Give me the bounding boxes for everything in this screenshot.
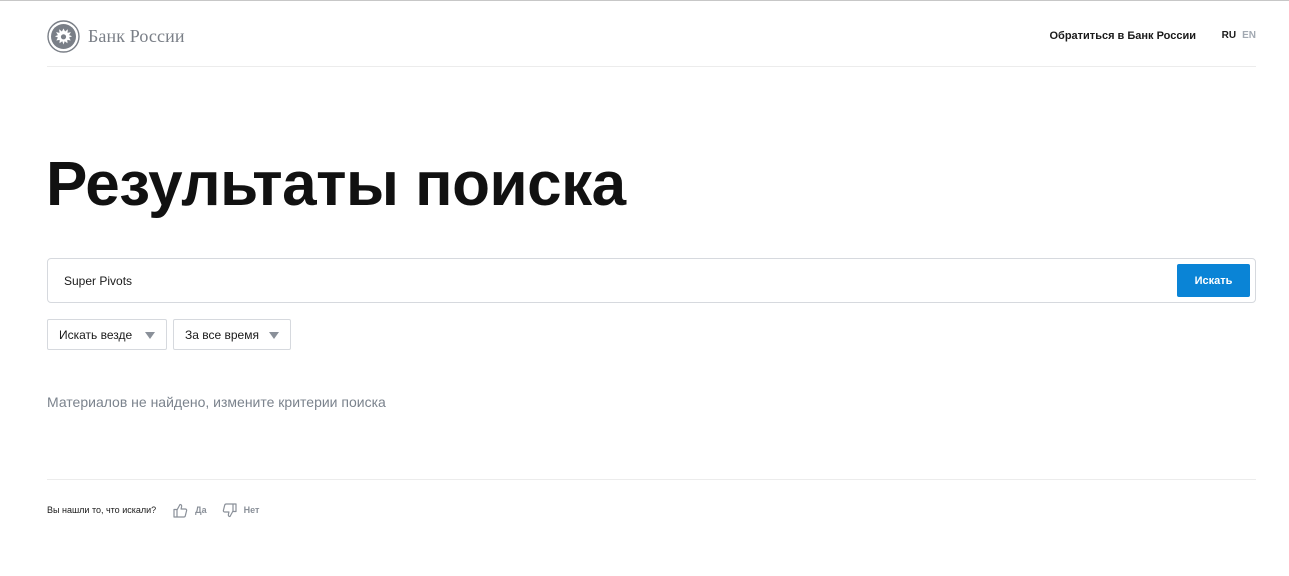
search-scope-dropdown[interactable]: Искать везде [47, 319, 167, 350]
search-button[interactable]: Искать [1177, 264, 1250, 297]
time-period-value: За все время [185, 327, 259, 342]
language-switcher: RU EN [1222, 30, 1256, 41]
thumbs-down-icon [222, 502, 237, 517]
feedback-yes-button[interactable]: Да [172, 502, 207, 519]
logo-text: Банк России [88, 26, 185, 46]
logo-link[interactable]: Банк России [47, 20, 185, 53]
feedback-question: Вы нашли то, что искали? [47, 505, 157, 515]
top-border [0, 0, 1289, 1]
lang-en-option[interactable]: EN [1242, 30, 1256, 41]
feedback-no-button[interactable]: Нет [221, 502, 260, 519]
time-period-dropdown[interactable]: За все время [173, 319, 291, 350]
feedback-bar: Вы нашли то, что искали? Да Нет [47, 500, 259, 520]
search-box: Искать [47, 258, 1256, 303]
thumbs-up-icon [173, 503, 188, 518]
lang-ru-option[interactable]: RU [1222, 30, 1236, 41]
bank-emblem-icon [47, 20, 80, 53]
search-input[interactable] [64, 259, 1164, 302]
triangle-down-icon [145, 332, 155, 339]
triangle-down-icon [269, 332, 279, 339]
feedback-yes-label: Да [195, 505, 207, 515]
feedback-no-label: Нет [243, 505, 260, 515]
search-scope-value: Искать везде [59, 327, 133, 342]
footer-divider [47, 479, 1256, 480]
no-results-message: Материалов не найдено, измените критерии… [47, 394, 386, 410]
site-header: Банк России Обратиться в Банк России RU … [47, 18, 1256, 67]
page-title: Результаты поиска [46, 150, 626, 219]
contact-bank-link[interactable]: Обратиться в Банк России [1049, 30, 1196, 42]
